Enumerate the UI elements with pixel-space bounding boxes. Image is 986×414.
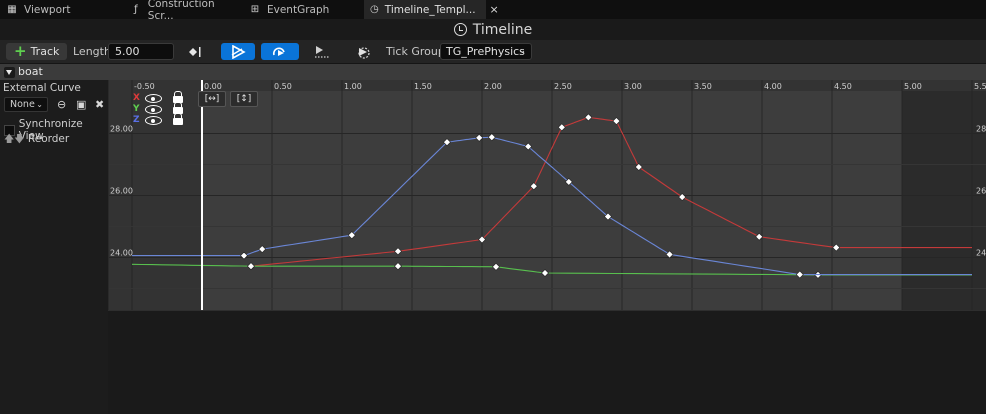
tab-bar: ▦ Viewport ƒ Construction Scr... ⊞ Event… <box>0 0 986 22</box>
keyframe-x[interactable] <box>557 123 566 132</box>
clock-icon <box>453 23 467 36</box>
reorder-arrows-icon: 🡅🡇 <box>4 134 25 145</box>
axis-label-x: X <box>133 93 140 103</box>
tab-viewport[interactable]: ▦ Viewport <box>0 0 118 19</box>
value-tick-label: 24.00 <box>110 249 133 258</box>
external-curve-label: External Curve <box>3 82 81 94</box>
length-input[interactable]: 5.00 <box>108 43 174 60</box>
tab-construction-script[interactable]: ƒ Construction Scr... <box>124 0 242 22</box>
grid-icon: ▦ <box>7 4 17 15</box>
keyframe-x[interactable] <box>678 193 687 201</box>
use-selected-asset-icon[interactable]: ⊖ <box>57 98 66 111</box>
curve-graph[interactable]: -0.50 0.00 0.50 1.00 1.50 2.00 2.50 3.00 3.50 4.0… <box>108 80 986 310</box>
keyframe-y[interactable] <box>394 262 402 271</box>
reorder-control[interactable]: 🡅🡇 Reorder <box>4 132 69 149</box>
time-tick-label: 0.00 <box>204 82 222 91</box>
time-tick-label: 2.50 <box>554 82 572 91</box>
axis-label-z: Z <box>133 115 140 125</box>
keyframe-z[interactable] <box>487 133 496 142</box>
graph-icon: ⊞ <box>250 4 260 15</box>
time-tick-label: 4.50 <box>834 82 852 91</box>
loop-toggle[interactable] <box>261 43 299 60</box>
keyframe-z[interactable] <box>795 270 804 279</box>
tab-label: EventGraph <box>267 3 330 16</box>
tab-label: Viewport <box>24 3 71 16</box>
keyframe-y[interactable] <box>541 269 549 277</box>
time-tick-label: 3.00 <box>624 82 642 91</box>
external-curve-value: None <box>10 99 35 110</box>
empty-track-area <box>108 310 986 414</box>
graph-zoom-tools: [↔] [↕] <box>198 91 260 107</box>
time-tick-label: 5.50 <box>974 82 986 91</box>
create-curve-asset-icon[interactable]: ▣ <box>76 98 86 111</box>
time-tick-label: 1.50 <box>414 82 432 91</box>
keyframe-y[interactable] <box>247 262 255 271</box>
lock-icon[interactable] <box>173 113 183 125</box>
time-tick-label: 4.00 <box>764 82 782 91</box>
axis-row-y: Y <box>133 102 198 115</box>
close-tab-icon[interactable]: × <box>490 3 499 16</box>
toolbar: + Track Length 5.00 Tick Group TG_PrePhy… <box>0 40 986 63</box>
value-tick-label: 26.00 <box>110 187 133 196</box>
timeline-title-bar: Timeline <box>0 19 986 40</box>
curve-options-panel: External Curve None ⌄ ⊖ ▣ ✖ Synchronize … <box>0 80 108 414</box>
time-tick-label: 3.50 <box>694 82 712 91</box>
add-track-label: Track <box>30 45 60 58</box>
track-name: boat <box>18 65 43 78</box>
keyframe-x[interactable] <box>832 243 841 252</box>
keyframe-z[interactable] <box>258 245 267 254</box>
tick-group-select[interactable]: TG_PrePhysics ⌄ <box>440 43 532 60</box>
value-tick-label-right: 26. <box>976 187 986 196</box>
keyframe-x[interactable] <box>584 113 593 122</box>
keyframe-y[interactable] <box>492 262 500 271</box>
keyframe-icon[interactable] <box>186 43 204 60</box>
tab-label: Timeline_Templ... <box>384 3 476 16</box>
track-header[interactable]: boat <box>0 64 986 80</box>
time-tick-label: 1.00 <box>344 82 362 91</box>
time-tick-label: 5.00 <box>904 82 922 91</box>
clock-icon: ◷ <box>370 4 379 15</box>
time-ruler <box>109 80 986 91</box>
length-label: Length <box>73 45 111 58</box>
time-tick-label: -0.50 <box>134 82 155 91</box>
clear-curve-icon[interactable]: ✖ <box>95 98 104 111</box>
axis-label-y: Y <box>133 104 140 114</box>
external-curve-select[interactable]: None ⌄ <box>4 97 48 112</box>
axis-visibility-legend: X Y Z <box>133 91 198 126</box>
curve-x <box>250 116 972 267</box>
tab-timeline-template[interactable]: ◷ Timeline_Templ... × <box>364 0 499 19</box>
post-range-shade <box>902 90 986 310</box>
value-tick-label: 28.00 <box>110 125 133 134</box>
chevron-down-icon: ⌄ <box>518 46 526 56</box>
add-track-button[interactable]: + Track <box>6 43 67 60</box>
collapse-icon[interactable] <box>4 67 15 78</box>
zoom-horizontal-button[interactable]: [↔] <box>198 91 226 107</box>
tick-group-value: TG_PrePhysics <box>446 45 525 58</box>
keyframe-x[interactable] <box>394 247 402 256</box>
eye-icon[interactable] <box>145 94 162 103</box>
time-tick-label: 0.50 <box>274 82 292 91</box>
function-icon: ƒ <box>134 4 138 15</box>
ignore-time-dilation-icon[interactable] <box>353 43 375 60</box>
plus-icon: + <box>14 42 27 60</box>
keyframe-z[interactable] <box>240 251 248 260</box>
eye-icon[interactable] <box>145 105 162 114</box>
axis-row-z: Z <box>133 113 198 126</box>
axis-row-x: X <box>133 91 198 104</box>
value-tick-label-right: 24. <box>976 249 986 258</box>
value-tick-label-right: 28. <box>976 125 986 134</box>
replicated-icon[interactable] <box>311 43 333 60</box>
chevron-down-icon: ⌄ <box>36 100 43 109</box>
time-tick-label: 2.00 <box>484 82 502 91</box>
tick-group-label: Tick Group <box>386 45 445 58</box>
keyframe-z[interactable] <box>665 250 674 259</box>
eye-icon[interactable] <box>145 116 162 125</box>
curve-graph-canvas[interactable]: -0.50 0.00 0.50 1.00 1.50 2.00 2.50 3.00 3.50 4.0… <box>109 80 986 310</box>
keyframe-x[interactable] <box>612 117 621 126</box>
autoplay-toggle[interactable] <box>221 43 255 60</box>
reorder-label: Reorder <box>27 133 70 145</box>
zoom-vertical-button[interactable]: [↕] <box>230 91 258 107</box>
page-title: Timeline <box>472 21 533 38</box>
tab-eventgraph[interactable]: ⊞ EventGraph <box>243 0 361 19</box>
